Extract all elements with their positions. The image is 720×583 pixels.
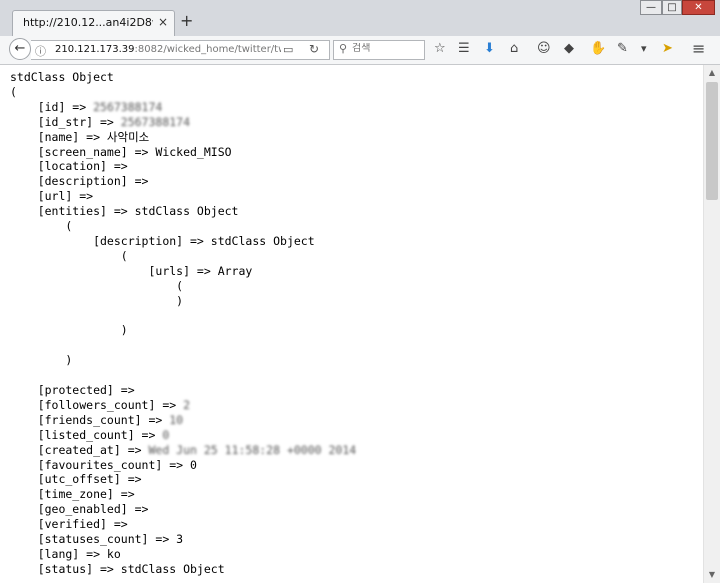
minimize-button[interactable]: — xyxy=(640,0,662,15)
output-line: stdClass Object xyxy=(10,70,114,84)
info-icon[interactable]: ⓘ xyxy=(35,43,46,59)
output-line: [urls] => Array xyxy=(10,263,253,278)
output-line: [lang] => ko xyxy=(10,547,121,561)
scrollbar-thumb[interactable] xyxy=(706,82,718,200)
home-icon[interactable]: ⌂ xyxy=(510,41,518,57)
pointer-icon[interactable]: ➤ xyxy=(662,41,673,57)
page-content: stdClass Object ( [id] => 2567388174 [id… xyxy=(0,65,703,583)
new-tab-button[interactable]: + xyxy=(180,13,193,29)
output-line: [description] => stdClass Object xyxy=(10,233,315,248)
search-icon: ⚲ xyxy=(339,42,348,55)
download-icon[interactable]: ⬇ xyxy=(484,41,495,57)
bookmark-star-icon[interactable]: ☆ xyxy=(434,41,446,57)
output-line: [statuses_count] => 3 xyxy=(10,532,184,547)
output-line: ( xyxy=(10,219,73,234)
output-line: [favourites_count] => 0 xyxy=(10,457,197,472)
url-host: 210.121.173.39 xyxy=(55,44,135,55)
url-text[interactable]: 210.121.173.39:8082/wicked_home/twitter/… xyxy=(55,44,281,55)
bookmarks-list-icon[interactable]: ☰ xyxy=(458,41,470,57)
output-line: [time_zone] => xyxy=(10,487,135,502)
dropdown-icon[interactable]: ▾ xyxy=(641,41,647,57)
output-line: [geo_enabled] => xyxy=(10,502,149,517)
output-line: [friends_count] => xyxy=(10,412,170,427)
search-input[interactable] xyxy=(352,43,422,54)
output-line: ( xyxy=(10,84,17,99)
output-line: [id] => xyxy=(10,99,94,114)
redacted-created-at: Wed Jun 25 11:58:28 +0000 2014 xyxy=(148,442,357,457)
redacted-listed: 0 xyxy=(162,427,170,442)
output-line: [utc_offset] => xyxy=(10,472,142,487)
close-window-button[interactable]: ✕ xyxy=(682,0,715,15)
nav-toolbar: ← ⓘ 210.121.173.39:8082/wicked_home/twit… xyxy=(0,36,720,65)
menu-icon[interactable]: ≡ xyxy=(692,41,705,57)
search-box[interactable]: ⚲ xyxy=(333,40,425,60)
chat-icon[interactable]: ☺ xyxy=(537,41,551,57)
tool-icon[interactable]: ✎ xyxy=(617,41,628,57)
redacted-id: 2567388174 xyxy=(93,99,163,114)
output-line: [location] => xyxy=(10,159,128,174)
output-line: [id_str] => xyxy=(10,114,121,129)
output-line: [entities] => stdClass Object xyxy=(10,204,239,219)
output-line: [verified] => xyxy=(10,517,128,532)
pocket-icon[interactable]: ◆ xyxy=(564,41,574,57)
output-line: [protected] => xyxy=(10,383,135,398)
tab-title: http://210.12...an4i2D8wXJoBW xyxy=(23,16,153,29)
scroll-down-arrow-icon[interactable]: ▼ xyxy=(704,567,720,583)
output-line: [name] => 사악미소 xyxy=(10,129,150,144)
back-button[interactable]: ← xyxy=(9,38,31,60)
redacted-id-str: 2567388174 xyxy=(120,114,191,129)
output-line: ) xyxy=(10,353,73,368)
maximize-button[interactable]: □ xyxy=(662,0,682,15)
output-line: ( xyxy=(10,278,184,293)
output-line: ) xyxy=(10,323,128,338)
title-bar: http://210.12...an4i2D8wXJoBW × + — □ ✕ xyxy=(0,0,720,37)
browser-tab[interactable]: http://210.12...an4i2D8wXJoBW × xyxy=(12,10,175,36)
output-line: [screen_name] => Wicked_MISO xyxy=(10,144,232,159)
url-path: :8082/wicked_home/twitter/twitter_ex xyxy=(134,44,281,55)
redacted-followers: 2 xyxy=(183,397,191,412)
url-bar[interactable]: ⓘ 210.121.173.39:8082/wicked_home/twitte… xyxy=(31,40,330,60)
output-line: [listed_count] => xyxy=(10,427,163,442)
hand-icon[interactable]: ✋ xyxy=(590,41,606,57)
output-line: [status] => stdClass Object xyxy=(10,561,225,576)
output-line: [description] => xyxy=(10,174,149,189)
vertical-scrollbar[interactable]: ▲ ▼ xyxy=(703,65,720,583)
output-line: [followers_count] => xyxy=(10,397,184,412)
reload-icon[interactable]: ↻ xyxy=(309,42,319,56)
redacted-friends: 10 xyxy=(169,412,184,427)
tab-close-icon[interactable]: × xyxy=(158,15,168,29)
output-line: ) xyxy=(10,293,184,308)
output-line: ( xyxy=(10,248,128,263)
scroll-up-arrow-icon[interactable]: ▲ xyxy=(704,65,720,81)
output-line: [url] => xyxy=(10,189,94,204)
print-r-output: stdClass Object ( [id] => 2567388174 [id… xyxy=(0,65,703,577)
reader-view-icon[interactable]: ▭ xyxy=(283,43,293,56)
output-line: [created_at] => xyxy=(10,442,149,457)
